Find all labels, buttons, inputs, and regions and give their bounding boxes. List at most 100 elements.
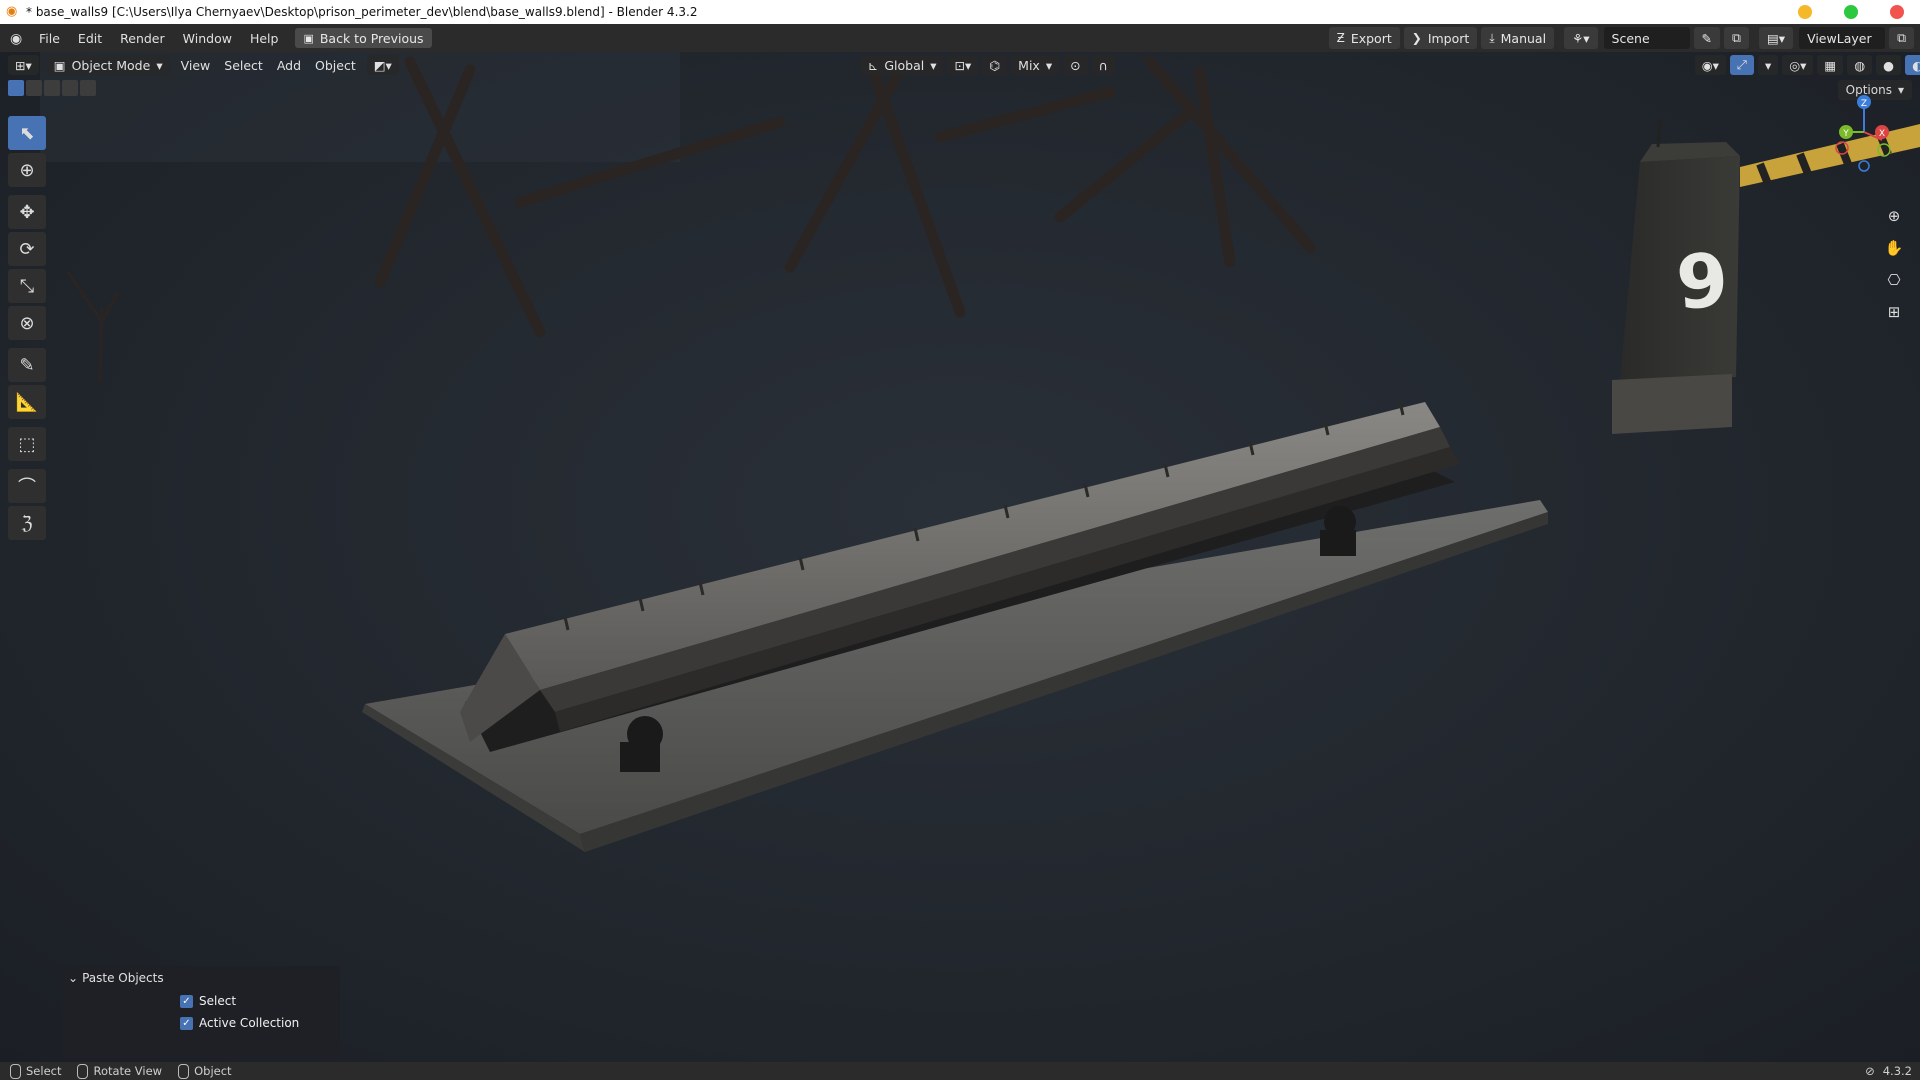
gizmo-toggle-icon[interactable]: ⤢ [1729,55,1754,75]
import-icon: ❯ [1411,31,1422,45]
network-off-icon: ⊘ [1865,1064,1875,1078]
orientation-selector[interactable]: ⊾ Global ▾ [860,55,944,75]
new-viewlayer-icon[interactable]: ⧉ [1889,27,1914,49]
proportional-edit-icon[interactable]: ⊙ [1063,55,1088,75]
knife-tool[interactable]: ℨ [8,506,46,540]
menu-window[interactable]: Window [174,31,241,46]
menu-add[interactable]: Add [270,58,308,73]
menu-select[interactable]: Select [217,58,270,73]
scene-type-icon[interactable]: ⚘▾ [1564,27,1598,49]
ruler-icon: 📐 [15,391,39,413]
scene-selector[interactable]: Scene [1603,27,1690,49]
back-to-previous-label: Back to Previous [319,30,424,46]
rotate-tool[interactable]: ⟳ [8,232,46,266]
viewlayer-selector[interactable]: ViewLayer [1799,27,1886,49]
mode-selector[interactable]: ▣ Object Mode ▾ [46,55,170,75]
visibility-icon[interactable]: ◉▾ [1694,55,1726,75]
scene-label: Scene [1611,30,1650,46]
move-tool[interactable]: ✥ [8,195,46,229]
scale-icon: ⤡ [19,275,35,297]
cursor-arrow-icon: ⬉ [19,122,35,144]
snap-toggle-icon[interactable]: ⌬ [982,55,1008,75]
minimize-button[interactable] [1798,5,1812,19]
wireframe-shading-icon[interactable]: ◍ [1847,55,1873,75]
editor-type-icon[interactable]: ⊞▾ [8,55,39,75]
snap-target-selector[interactable]: Mix ▾ [1011,55,1060,75]
cursor-tool[interactable]: ⊕ [8,153,46,187]
pencil-icon: ✎ [19,354,35,376]
select-box-tool[interactable]: ⬉ [8,116,46,150]
select-subtract-icon[interactable] [44,80,60,96]
perspective-grid-icon[interactable]: ⊞ [1880,298,1908,326]
spin-icon: ℨ [21,512,33,534]
gizmo-dropdown-icon[interactable]: ▾ [1757,55,1779,75]
viewlayer-type-icon[interactable]: ▤▾ [1758,27,1794,49]
mouse-right-icon [178,1063,190,1079]
add-cube-icon: ⬚ [18,433,36,455]
version-label: 4.3.2 [1882,1064,1912,1078]
viewlayer-label: ViewLayer [1807,30,1872,46]
select-invert-icon[interactable] [62,80,78,96]
import-button[interactable]: ❯ Import [1403,27,1478,49]
back-to-previous-button[interactable]: ▣ Back to Previous [295,28,432,48]
new-scene-icon[interactable]: ⧉ [1724,27,1749,49]
3d-viewport[interactable]: 9 ⊞▾ ▣ Object Mode ▾ View Select Add Obj… [0,52,1920,1062]
mode-label: Object Mode [71,57,151,73]
menu-render[interactable]: Render [111,31,174,46]
overlays-icon[interactable]: ◎▾ [1782,55,1814,75]
close-button[interactable] [1890,5,1904,19]
top-menu-bar: ◉ File Edit Render Window Help ▣ Back to… [0,24,1920,52]
viewport-header: ⊞▾ ▣ Object Mode ▾ View Select Add Objec… [0,52,1920,78]
transform-tool[interactable]: ⊗ [8,306,46,340]
add-cube-tool[interactable]: ⬚ [8,427,46,461]
export-label: Export [1350,30,1392,46]
crosshair-icon: ⊕ [19,159,35,181]
scale-tool[interactable]: ⤡ [8,269,46,303]
transform-orientation-icon: ⊾ [867,57,879,73]
pivot-point-icon[interactable]: ⊡▾ [947,55,979,75]
material-shading-icon[interactable]: ◐ [1905,55,1920,75]
blender-menu-icon[interactable]: ◉ [10,31,24,47]
xray-icon[interactable]: ▦ [1817,55,1844,75]
zoom-icon[interactable]: ⊕ [1880,202,1908,230]
falloff-icon[interactable]: ∩ [1091,55,1115,75]
status-bar: Select Rotate View Object ⊘ 4.3.2 [0,1062,1920,1080]
menu-file[interactable]: File [30,31,69,46]
mouse-left-icon [10,1063,21,1079]
menu-help[interactable]: Help [241,31,288,46]
chevron-down-icon: ▾ [1045,57,1053,73]
select-checkbox-row[interactable]: ✓ Select [62,990,340,1012]
status-rotate: Rotate View [77,1063,163,1079]
solid-shading-icon[interactable]: ● [1876,55,1902,75]
navigation-gizmo[interactable]: Z Y X [1824,92,1904,172]
bend-tool[interactable]: ⌒ [8,469,46,503]
gizmo-y-label: Y [1842,129,1849,139]
annotate-tool[interactable]: ✎ [8,348,46,382]
pin-icon[interactable]: ✎ [1693,27,1721,49]
menu-object[interactable]: Object [308,58,363,73]
gpencil-icon[interactable]: ◩▾ [366,55,399,75]
menu-view[interactable]: View [174,58,218,73]
window-title: * base_walls9 [C:\Users\Ilya Chernyaev\D… [26,5,698,19]
paste-objects-header[interactable]: ⌄ Paste Objects [62,966,340,990]
select-new-icon[interactable] [8,80,24,96]
select-extend-icon[interactable] [26,80,42,96]
road-blocker-model[interactable] [362,401,1548,852]
active-collection-checkbox[interactable]: ✓ [180,1016,193,1030]
manual-button[interactable]: ⤓ Manual [1481,27,1555,49]
camera-view-icon[interactable]: ⎔ [1880,266,1908,294]
measure-tool[interactable]: 📐 [8,385,46,419]
maximize-button[interactable] [1844,5,1858,19]
active-collection-checkbox-row[interactable]: ✓ Active Collection [62,1012,340,1034]
status-rotate-label: Rotate View [93,1064,163,1078]
small-post [66,271,120,383]
export-button[interactable]: Ƶ Export [1328,27,1400,49]
mouse-middle-icon [77,1063,89,1079]
select-checkbox[interactable]: ✓ [180,994,193,1008]
chevron-down-icon: ▾ [156,57,163,73]
select-intersect-icon[interactable] [80,80,96,96]
gizmo-z-label: Z [1861,99,1867,109]
pan-hand-icon[interactable]: ✋ [1880,234,1908,262]
menu-edit[interactable]: Edit [69,31,111,46]
back-screen-icon: ▣ [303,31,314,45]
